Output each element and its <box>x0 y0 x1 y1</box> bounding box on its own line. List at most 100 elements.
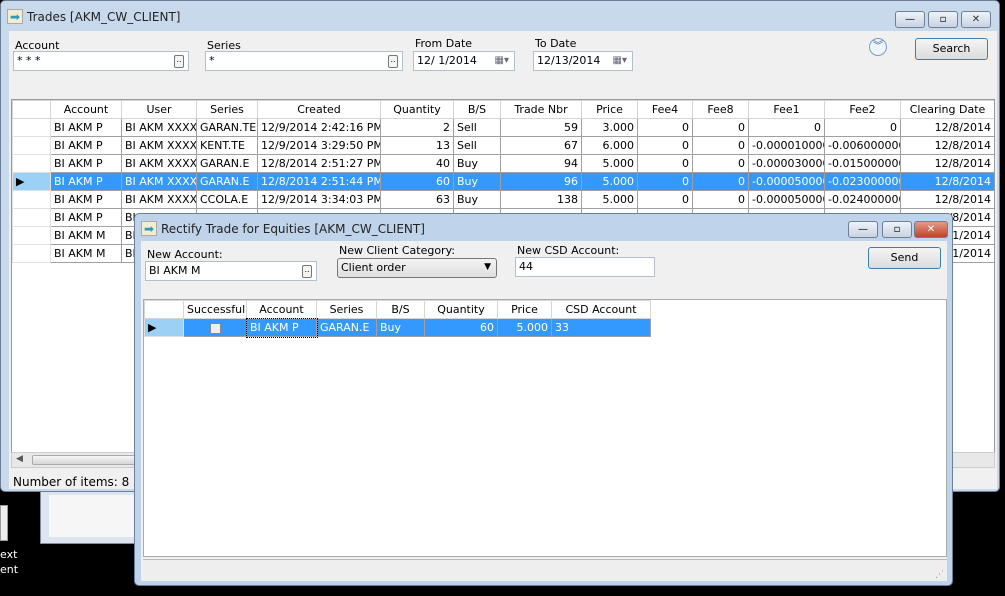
minimize-button[interactable]: — <box>895 11 925 28</box>
row-header[interactable] <box>12 118 51 137</box>
minimize-button[interactable]: — <box>848 221 878 238</box>
background-window <box>40 488 140 544</box>
table-cell: BI AKM M <box>50 226 122 245</box>
table-cell: 0 <box>637 154 693 173</box>
collapse-chevron-icon[interactable]: ︾ <box>869 38 887 56</box>
table-cell: 60 <box>380 172 454 191</box>
maximize-button[interactable]: ▫ <box>882 221 912 238</box>
account-input[interactable]: * * *.. <box>13 51 189 71</box>
rectify-grid: Successful Account Series B/S Quantity Price C… <box>143 299 947 557</box>
table-row[interactable]: ▶BI AKM PBI AKM XXXXXGARAN.E12/8/2014 2:… <box>12 172 994 191</box>
rectify-dialog-title: ➡ Rectify Trade for Equities [AKM_CW_CLIE… <box>141 221 425 236</box>
series-input[interactable]: *.. <box>205 51 403 71</box>
table-cell: BI AKM P <box>50 136 122 155</box>
column-header[interactable]: Series <box>196 100 258 119</box>
row-header[interactable] <box>12 136 51 155</box>
client-category-label: New Client Category: <box>339 244 455 257</box>
document-icon[interactable] <box>0 505 8 541</box>
table-cell: 12/9/2014 3:34:03 PM <box>257 190 381 209</box>
column-header[interactable]: Clearing Date <box>900 100 994 119</box>
table-cell: BI AKM M <box>50 244 122 263</box>
column-header[interactable]: Fee8 <box>692 100 749 119</box>
column-header[interactable]: Fee4 <box>637 100 693 119</box>
chevron-down-icon: ▼ <box>484 262 491 272</box>
table-cell: 12/8/2014 <box>900 136 994 155</box>
table-cell: 67 <box>500 136 582 155</box>
column-header[interactable]: B/S <box>453 100 501 119</box>
table-row[interactable]: BI AKM PBI AKM XXXXXCCOLA.E12/9/2014 3:3… <box>12 190 994 209</box>
table-cell: Buy <box>376 318 425 337</box>
table-row[interactable]: BI AKM PBI AKM XXXXXKENT.TE12/9/2014 3:2… <box>12 136 994 155</box>
table-cell: 0 <box>692 190 749 209</box>
table-cell: 0 <box>692 136 749 155</box>
column-header[interactable]: Account <box>50 100 122 119</box>
row-header[interactable] <box>12 244 51 263</box>
column-header[interactable]: User <box>121 100 197 119</box>
row-header[interactable]: ▶ <box>12 172 51 191</box>
client-category-select[interactable]: Client order ▼ <box>337 258 497 278</box>
column-header[interactable]: B/S <box>376 300 425 319</box>
table-cell: 2 <box>380 118 454 137</box>
table-cell: BI AKM P <box>50 172 122 191</box>
browse-button[interactable]: .. <box>388 55 398 68</box>
new-account-input[interactable]: BI AKM M.. <box>145 261 317 281</box>
column-header[interactable]: Trade Nbr <box>500 100 582 119</box>
table-cell: 0 <box>692 172 749 191</box>
column-header[interactable]: Account <box>246 300 317 319</box>
maximize-button[interactable]: ▫ <box>928 11 958 28</box>
table-cell: BI AKM XXXXX <box>121 190 197 209</box>
table-row[interactable]: ▶ BI AKM P GARAN.E Buy 60 5.000 33 <box>144 317 651 338</box>
table-cell: 5.000 <box>581 190 638 209</box>
table-cell: 12/8/2014 <box>900 190 994 209</box>
to-date-picker[interactable]: 12/13/2014 ▦▾ <box>533 51 633 71</box>
table-row[interactable]: BI AKM PBI AKM XXXXXGARAN.TE12/9/2014 2:… <box>12 118 994 137</box>
table-cell: 3.000 <box>581 118 638 137</box>
browse-button[interactable]: .. <box>174 55 184 68</box>
table-cell: BI AKM P <box>245 317 318 338</box>
table-cell: Buy <box>453 172 501 191</box>
from-date-picker[interactable]: 12/ 1/2014 ▦▾ <box>413 51 515 71</box>
send-button[interactable]: Send <box>868 247 941 269</box>
table-cell: GARAN.E <box>196 172 258 191</box>
table-cell: 12/9/2014 2:42:16 PM <box>257 118 381 137</box>
rectify-dialog: ➡ Rectify Trade for Equities [AKM_CW_CLIE… <box>134 213 953 586</box>
column-header[interactable]: Successful <box>183 300 247 319</box>
search-button[interactable]: Search <box>915 38 988 60</box>
table-cell: -0.023000000 <box>824 172 901 191</box>
calendar-dropdown-icon[interactable]: ▦▾ <box>495 55 509 66</box>
close-button[interactable]: ✕ <box>961 11 991 28</box>
csd-account-input[interactable]: 44 <box>515 257 655 277</box>
column-header[interactable]: Quantity <box>380 100 454 119</box>
browse-button[interactable]: .. <box>302 265 312 278</box>
column-header[interactable]: Created <box>257 100 381 119</box>
calendar-dropdown-icon[interactable]: ▦▾ <box>613 55 627 66</box>
resize-grip-icon[interactable]: ⋰ <box>935 570 944 580</box>
successful-checkbox[interactable] <box>209 322 221 334</box>
row-header[interactable] <box>12 190 51 209</box>
row-header[interactable] <box>12 208 51 227</box>
column-header[interactable]: CSD Account <box>551 300 651 319</box>
column-header[interactable]: Series <box>316 300 377 319</box>
close-button[interactable]: ✕ <box>914 221 948 238</box>
column-header[interactable]: Price <box>581 100 638 119</box>
trades-window-title: ➡ Trades [AKM_CW_CLIENT] <box>7 9 180 24</box>
table-cell: 12/8/2014 2:51:44 PM <box>257 172 381 191</box>
table-cell: BI AKM P <box>50 190 122 209</box>
column-header[interactable]: Price <box>497 300 552 319</box>
column-header[interactable]: Quantity <box>424 300 498 319</box>
table-cell: 63 <box>380 190 454 209</box>
new-account-label: New Account: <box>147 248 223 261</box>
row-header[interactable] <box>12 226 51 245</box>
table-cell: GARAN.TE <box>196 118 258 137</box>
column-header[interactable]: Fee2 <box>824 100 901 119</box>
table-cell: CCOLA.E <box>196 190 258 209</box>
table-cell: BI AKM P <box>50 208 122 227</box>
row-header[interactable] <box>12 154 51 173</box>
table-row[interactable]: BI AKM PBI AKM XXXXXGARAN.E12/8/2014 2:5… <box>12 154 994 173</box>
table-cell: 12/9/2014 3:29:50 PM <box>257 136 381 155</box>
column-header[interactable]: Fee1 <box>748 100 825 119</box>
row-header-corner <box>12 100 51 119</box>
table-cell: Buy <box>453 154 501 173</box>
table-cell: 0 <box>637 118 693 137</box>
row-header[interactable]: ▶ <box>144 318 184 337</box>
